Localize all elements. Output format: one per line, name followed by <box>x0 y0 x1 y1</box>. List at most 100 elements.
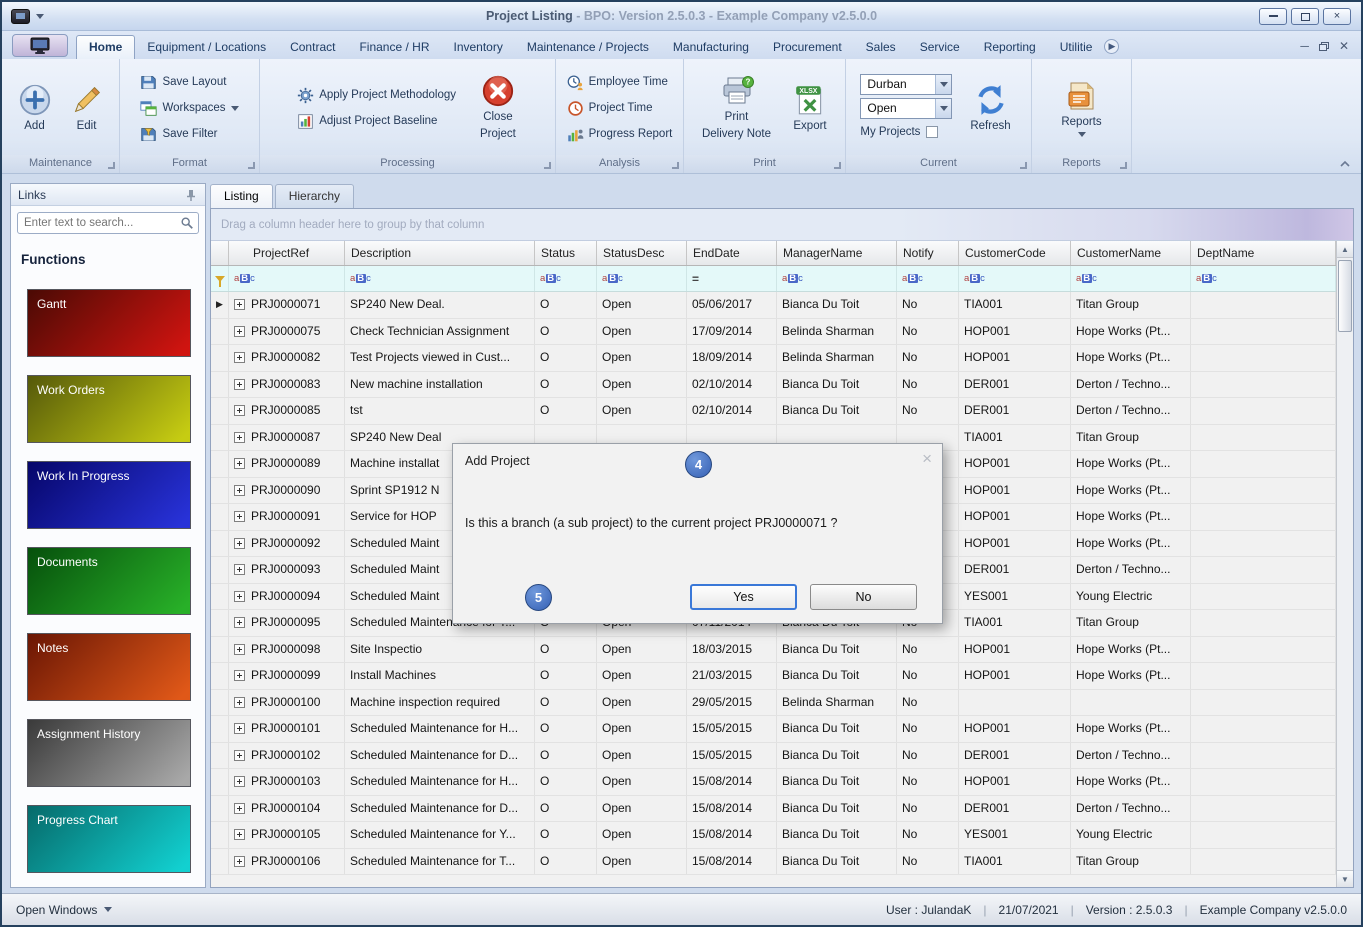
cell-statusdesc[interactable]: Open <box>597 849 687 875</box>
ribbon-tab-sales[interactable]: Sales <box>854 36 908 59</box>
cell-description[interactable]: Site Inspectio <box>345 637 535 663</box>
ribbon-tab-home[interactable]: Home <box>76 35 135 59</box>
cell-description[interactable]: Scheduled Maintenance for T... <box>345 849 535 875</box>
cell-enddate[interactable]: 18/03/2015 <box>687 637 777 663</box>
grid-row[interactable]: PRJ0000099Install MachinesOOpen21/03/201… <box>211 663 1353 690</box>
app-icon[interactable] <box>11 9 30 24</box>
cell-customername[interactable]: Hope Works (Pt... <box>1071 716 1191 742</box>
cell-deptname[interactable] <box>1191 584 1336 610</box>
cell-deptname[interactable] <box>1191 663 1336 689</box>
cell-projectref[interactable]: PRJ0000104 <box>229 796 345 822</box>
filter-cell-managername[interactable]: aBc <box>777 266 897 291</box>
group-by-hint-bar[interactable]: Drag a column header here to group by th… <box>211 209 1353 241</box>
grid-row[interactable]: PRJ0000104Scheduled Maintenance for D...… <box>211 796 1353 823</box>
cell-deptname[interactable] <box>1191 690 1336 716</box>
export-button[interactable]: XLSX Export <box>787 79 833 138</box>
cell-description[interactable]: Scheduled Maintenance for D... <box>345 796 535 822</box>
cell-customercode[interactable]: TIA001 <box>959 292 1071 318</box>
expand-icon[interactable] <box>234 856 245 867</box>
cell-statusdesc[interactable]: Open <box>597 769 687 795</box>
add-button[interactable]: Add <box>12 79 58 138</box>
grid-row[interactable]: PRJ0000105Scheduled Maintenance for Y...… <box>211 822 1353 849</box>
cell-status[interactable]: O <box>535 637 597 663</box>
column-header-managername[interactable]: ManagerName <box>777 241 897 265</box>
search-icon[interactable] <box>180 216 194 230</box>
expand-icon[interactable] <box>234 432 245 443</box>
ribbon-collapse-button[interactable] <box>1337 157 1353 171</box>
cell-customername[interactable]: Derton / Techno... <box>1071 796 1191 822</box>
cell-notify[interactable]: No <box>897 716 959 742</box>
minimize-button[interactable] <box>1259 8 1287 25</box>
cell-customername[interactable]: Derton / Techno... <box>1071 372 1191 398</box>
cell-enddate[interactable]: 15/08/2014 <box>687 769 777 795</box>
grid-row[interactable]: PRJ0000102Scheduled Maintenance for D...… <box>211 743 1353 770</box>
cell-deptname[interactable] <box>1191 743 1336 769</box>
cell-status[interactable]: O <box>535 663 597 689</box>
cell-customername[interactable]: Hope Works (Pt... <box>1071 663 1191 689</box>
cell-status[interactable]: O <box>535 319 597 345</box>
cell-customercode[interactable]: HOP001 <box>959 319 1071 345</box>
cell-customercode[interactable]: TIA001 <box>959 849 1071 875</box>
cell-status[interactable]: O <box>535 796 597 822</box>
cell-managername[interactable]: Bianca Du Toit <box>777 769 897 795</box>
function-button-work-orders[interactable]: Work Orders <box>27 375 191 443</box>
cell-notify[interactable]: No <box>897 372 959 398</box>
cell-customercode[interactable]: HOP001 <box>959 451 1071 477</box>
cell-enddate[interactable]: 15/05/2015 <box>687 743 777 769</box>
cell-enddate[interactable]: 05/06/2017 <box>687 292 777 318</box>
cell-projectref[interactable]: PRJ0000106 <box>229 849 345 875</box>
expand-icon[interactable] <box>234 803 245 814</box>
ribbon-tab-procurement[interactable]: Procurement <box>761 36 854 59</box>
expand-icon[interactable] <box>234 829 245 840</box>
mdi-minimize-button[interactable]: ─ <box>1300 40 1309 52</box>
adjust-project-baseline-button[interactable]: Adjust Project Baseline <box>293 110 441 133</box>
cell-status[interactable]: O <box>535 716 597 742</box>
grid-row[interactable]: PRJ0000098Site InspectioOOpen18/03/2015B… <box>211 637 1353 664</box>
apply-project-methodology-button[interactable]: Apply Project Methodology <box>293 84 460 107</box>
cell-notify[interactable]: No <box>897 319 959 345</box>
cell-notify[interactable]: No <box>897 743 959 769</box>
cell-managername[interactable]: Belinda Sharman <box>777 319 897 345</box>
cell-customercode[interactable]: DER001 <box>959 743 1071 769</box>
cell-description[interactable]: tst <box>345 398 535 424</box>
ribbon-tab-maintenance-projects[interactable]: Maintenance / Projects <box>515 36 661 59</box>
column-header-description[interactable]: Description <box>345 241 535 265</box>
function-button-assignment-history[interactable]: Assignment History <box>27 719 191 787</box>
cell-customercode[interactable]: YES001 <box>959 584 1071 610</box>
function-button-work-in-progress[interactable]: Work In Progress <box>27 461 191 529</box>
ribbon-tab-contract[interactable]: Contract <box>278 36 347 59</box>
cell-managername[interactable]: Belinda Sharman <box>777 690 897 716</box>
expand-icon[interactable] <box>234 617 245 628</box>
cell-enddate[interactable]: 29/05/2015 <box>687 690 777 716</box>
cell-enddate[interactable]: 02/10/2014 <box>687 398 777 424</box>
column-header-projectref[interactable]: ProjectRef <box>229 241 345 265</box>
tab-overflow-icon[interactable]: ▶ <box>1104 39 1119 54</box>
cell-projectref[interactable]: PRJ0000085 <box>229 398 345 424</box>
filter-cell-statusdesc[interactable]: aBc <box>597 266 687 291</box>
cell-status[interactable]: O <box>535 769 597 795</box>
cell-projectref[interactable]: PRJ0000087 <box>229 425 345 451</box>
cell-description[interactable]: Scheduled Maintenance for H... <box>345 769 535 795</box>
cell-description[interactable]: New machine installation <box>345 372 535 398</box>
cell-notify[interactable]: No <box>897 398 959 424</box>
project-time-button[interactable]: Project Time <box>563 97 657 120</box>
scrollbar-thumb[interactable] <box>1338 260 1352 332</box>
expand-icon[interactable] <box>234 352 245 363</box>
cell-notify[interactable]: No <box>897 822 959 848</box>
cell-customercode[interactable]: DER001 <box>959 398 1071 424</box>
cell-statusdesc[interactable]: Open <box>597 398 687 424</box>
cell-notify[interactable]: No <box>897 637 959 663</box>
cell-enddate[interactable]: 15/08/2014 <box>687 849 777 875</box>
cell-customercode[interactable]: DER001 <box>959 796 1071 822</box>
tab-listing[interactable]: Listing <box>210 184 273 208</box>
cell-projectref[interactable]: PRJ0000095 <box>229 610 345 636</box>
cell-deptname[interactable] <box>1191 372 1336 398</box>
expand-icon[interactable] <box>234 750 245 761</box>
cell-customercode[interactable]: HOP001 <box>959 531 1071 557</box>
cell-projectref[interactable]: PRJ0000101 <box>229 716 345 742</box>
cell-projectref[interactable]: PRJ0000090 <box>229 478 345 504</box>
cell-deptname[interactable] <box>1191 769 1336 795</box>
cell-deptname[interactable] <box>1191 478 1336 504</box>
cell-status[interactable]: O <box>535 849 597 875</box>
expand-icon[interactable] <box>234 564 245 575</box>
